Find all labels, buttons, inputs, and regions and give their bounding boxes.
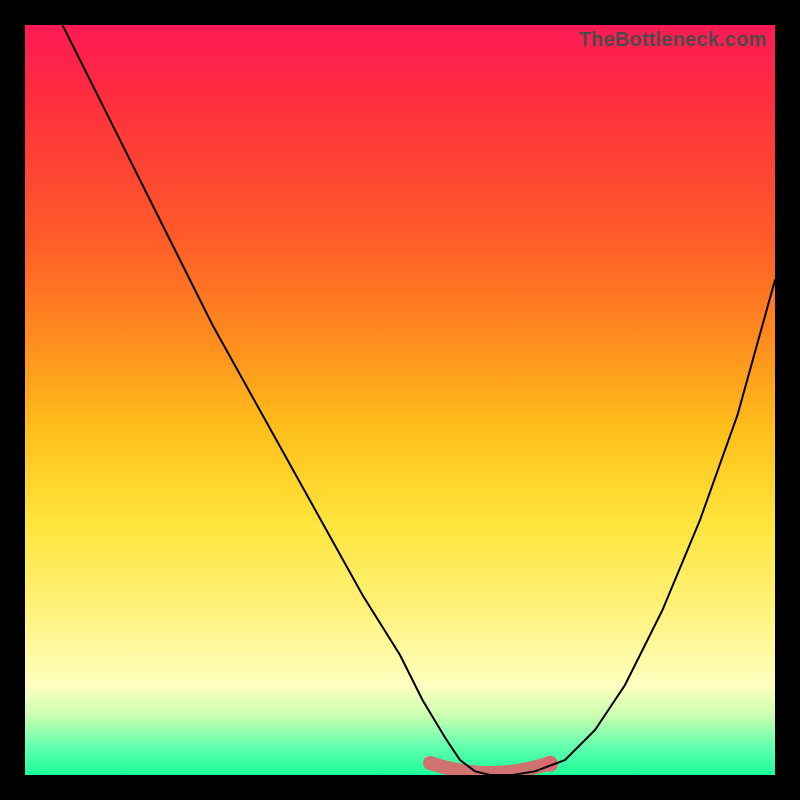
watermark-text: TheBottleneck.com <box>579 29 767 52</box>
plot-area: TheBottleneck.com <box>25 25 775 775</box>
optimal-marker-dot <box>542 756 558 772</box>
optimal-band <box>430 763 550 773</box>
chart-frame: TheBottleneck.com <box>0 0 800 800</box>
bottleneck-curve <box>25 25 775 775</box>
curve-line <box>63 25 776 775</box>
